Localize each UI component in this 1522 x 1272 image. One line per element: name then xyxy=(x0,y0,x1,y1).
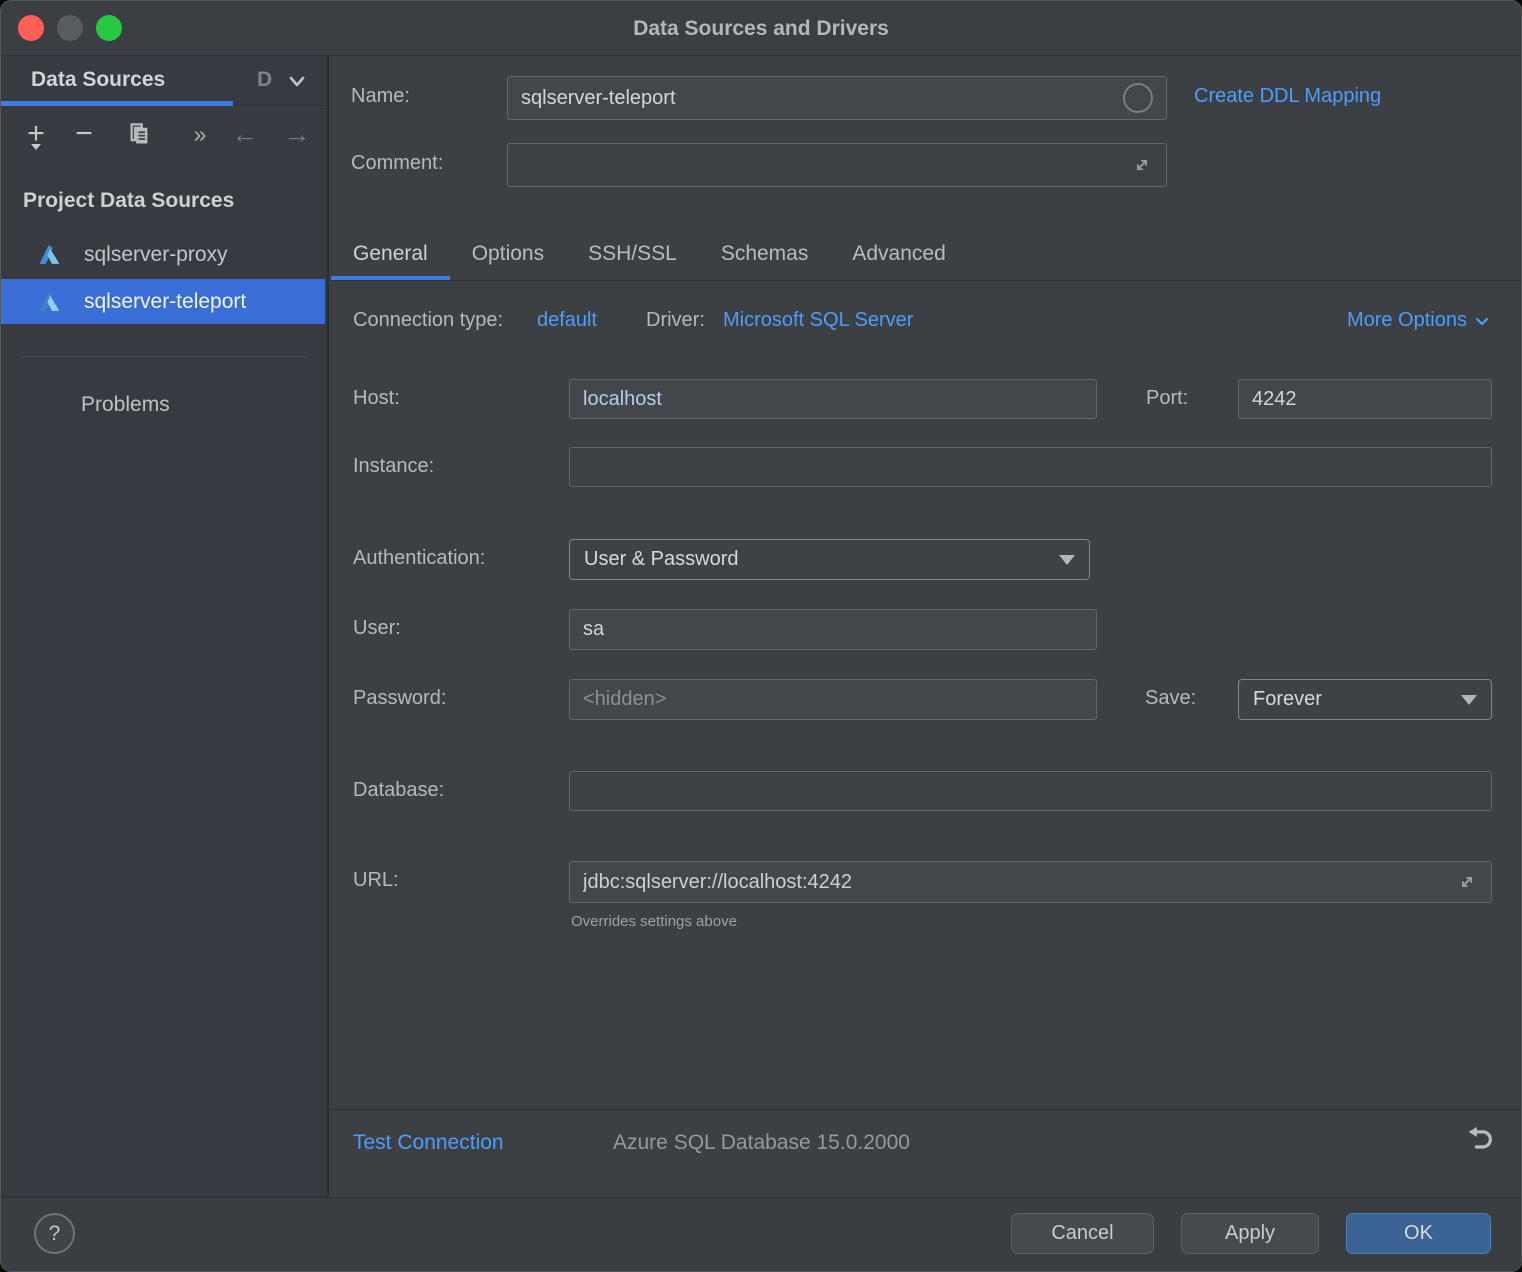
azure-sql-icon xyxy=(37,289,62,314)
comment-field-wrap xyxy=(507,143,1167,187)
comment-input[interactable] xyxy=(521,154,1131,177)
driver-label: Driver: xyxy=(646,309,705,332)
sidebar-tab-strip: Data Sources D xyxy=(1,56,327,106)
tab-ssh-ssl[interactable]: SSH/SSL xyxy=(566,226,699,281)
tab-schemas[interactable]: Schemas xyxy=(699,226,831,281)
show-more-icon[interactable]: » xyxy=(185,106,215,162)
undo-icon[interactable] xyxy=(1463,1122,1497,1156)
problems-label[interactable]: Problems xyxy=(81,393,170,417)
forward-arrow-icon[interactable]: → xyxy=(279,106,315,162)
authentication-select[interactable]: User & Password xyxy=(569,539,1090,580)
data-source-label: sqlserver-proxy xyxy=(84,243,228,267)
url-value[interactable]: jdbc:sqlserver://localhost:4242 xyxy=(583,871,1456,894)
name-field-wrap xyxy=(507,76,1167,120)
data-source-label: sqlserver-teleport xyxy=(84,290,246,314)
expand-icon[interactable] xyxy=(1131,154,1153,176)
instance-input[interactable] xyxy=(569,447,1492,487)
add-dropdown-caret-icon xyxy=(31,144,41,150)
database-input[interactable] xyxy=(569,771,1492,811)
driver-value-link[interactable]: Microsoft SQL Server xyxy=(723,309,913,332)
user-label: User: xyxy=(353,617,401,640)
host-label: Host: xyxy=(353,387,400,410)
name-input[interactable] xyxy=(521,87,1123,110)
authentication-value: User & Password xyxy=(584,548,739,571)
create-ddl-mapping-link[interactable]: Create DDL Mapping xyxy=(1194,85,1381,108)
tab-drivers-partial[interactable]: D xyxy=(257,56,272,106)
authentication-label: Authentication: xyxy=(353,547,485,570)
sidebar: Data Sources D + − » ← → xyxy=(1,56,329,1197)
chevron-down-icon[interactable] xyxy=(284,68,310,94)
section-header-project-data-sources: Project Data Sources xyxy=(23,189,234,213)
tab-general[interactable]: General xyxy=(331,226,450,281)
database-label: Database: xyxy=(353,779,444,802)
dropdown-arrow-icon xyxy=(1461,695,1477,705)
settings-tabs: General Options SSH/SSL Schemas Advanced xyxy=(331,226,968,281)
save-value: Forever xyxy=(1253,688,1322,711)
host-input[interactable] xyxy=(569,379,1097,419)
chevron-down-icon xyxy=(1473,312,1491,330)
loading-circle-icon xyxy=(1123,83,1153,113)
help-button[interactable]: ? xyxy=(34,1213,75,1254)
port-label: Port: xyxy=(1146,387,1188,410)
tab-options[interactable]: Options xyxy=(450,226,566,281)
url-hint: Overrides settings above xyxy=(571,913,737,930)
save-label: Save: xyxy=(1145,687,1196,710)
back-arrow-icon[interactable]: ← xyxy=(227,106,263,162)
password-input[interactable] xyxy=(569,679,1097,720)
title-bar: Data Sources and Drivers xyxy=(1,1,1521,56)
tab-data-sources[interactable]: Data Sources xyxy=(31,56,165,106)
test-connection-link[interactable]: Test Connection xyxy=(353,1131,504,1155)
tab-advanced[interactable]: Advanced xyxy=(830,226,967,281)
cancel-button[interactable]: Cancel xyxy=(1011,1213,1154,1254)
azure-sql-icon xyxy=(37,242,62,267)
more-options-label: More Options xyxy=(1347,309,1467,332)
instance-label: Instance: xyxy=(353,455,434,478)
url-field-wrap: jdbc:sqlserver://localhost:4242 xyxy=(569,861,1492,903)
bottom-bar: ? Cancel Apply OK xyxy=(1,1197,1521,1271)
expand-icon[interactable] xyxy=(1456,871,1478,893)
window-title: Data Sources and Drivers xyxy=(1,1,1521,56)
dropdown-arrow-icon xyxy=(1059,555,1075,565)
apply-button[interactable]: Apply xyxy=(1181,1213,1319,1254)
server-version-text: Azure SQL Database 15.0.2000 xyxy=(613,1131,910,1155)
connection-type-label: Connection type: xyxy=(353,309,503,332)
ok-button[interactable]: OK xyxy=(1346,1213,1491,1254)
sidebar-toolbar: + − » ← → xyxy=(1,106,327,162)
data-sources-dialog: Data Sources and Drivers Data Sources D … xyxy=(0,0,1522,1272)
port-input[interactable] xyxy=(1238,379,1492,419)
sidebar-item-sqlserver-teleport[interactable]: sqlserver-teleport xyxy=(1,279,325,324)
main-panel: Name: Create DDL Mapping Comment: Genera… xyxy=(329,56,1521,1197)
sidebar-divider xyxy=(21,356,307,357)
add-icon[interactable]: + xyxy=(21,106,51,162)
remove-icon[interactable]: − xyxy=(69,106,99,162)
more-options-button[interactable]: More Options xyxy=(1347,309,1491,332)
comment-label: Comment: xyxy=(351,152,443,175)
duplicate-icon[interactable] xyxy=(121,106,157,162)
sidebar-item-sqlserver-proxy[interactable]: sqlserver-proxy xyxy=(1,232,325,277)
connection-type-value-link[interactable]: default xyxy=(537,309,597,332)
save-select[interactable]: Forever xyxy=(1238,679,1492,720)
name-label: Name: xyxy=(351,85,410,108)
tab-strip-separator xyxy=(329,280,1521,281)
user-input[interactable] xyxy=(569,609,1097,650)
url-label: URL: xyxy=(353,869,399,892)
password-label: Password: xyxy=(353,687,446,710)
status-separator xyxy=(329,1109,1521,1110)
